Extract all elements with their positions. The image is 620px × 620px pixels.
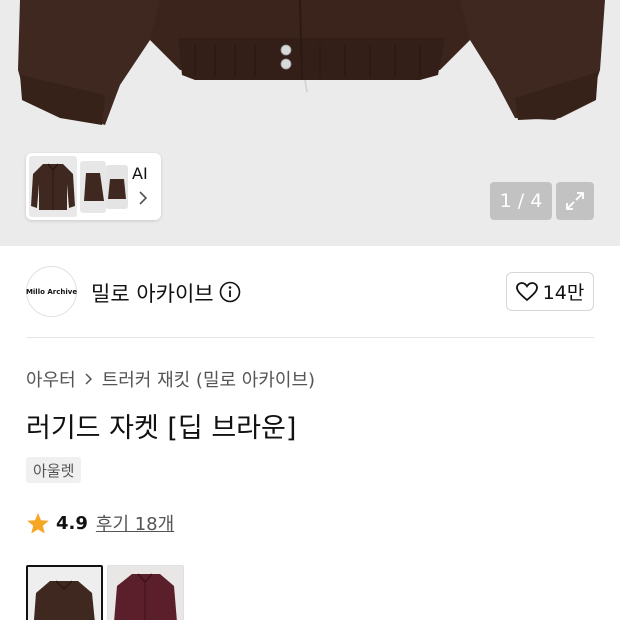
- thumbnail-back[interactable]: [106, 165, 128, 209]
- thumbnail-ai-label[interactable]: AI: [132, 164, 148, 183]
- heart-icon: [515, 281, 538, 301]
- brand-logo[interactable]: Millo Archive: [26, 266, 77, 317]
- chevron-right-icon: [85, 373, 92, 385]
- product-image-gallery[interactable]: AI 1 / 4: [0, 0, 620, 246]
- thumbnail-jacket-back-image: [108, 179, 126, 199]
- outlet-tag: 아울렛: [26, 457, 82, 483]
- swatch-burgundy-jacket-image: [114, 573, 177, 620]
- rating-score: 4.9: [56, 512, 88, 534]
- image-counter: 1 / 4: [490, 182, 552, 220]
- divider: [26, 337, 594, 338]
- color-swatch-burgundy[interactable]: [107, 565, 184, 620]
- expand-button[interactable]: [556, 182, 594, 220]
- star-icon: [27, 512, 49, 533]
- thumbnail-jacket-image: [31, 163, 75, 210]
- chevron-right-icon[interactable]: [136, 189, 150, 207]
- thumbnail-jacket-side-image: [84, 173, 104, 201]
- reviews-link[interactable]: 후기 18개: [96, 510, 174, 536]
- info-icon[interactable]: [219, 281, 241, 303]
- color-swatch-deep-brown[interactable]: [26, 565, 103, 620]
- product-title: 러기드 자켓 [딥 브라운]: [26, 413, 297, 444]
- breadcrumb-item-category[interactable]: 트러커 재킷 (밀로 아카이브): [102, 366, 315, 392]
- breadcrumb-item-outer[interactable]: 아우터: [26, 366, 76, 392]
- thumbnail-strip[interactable]: AI: [26, 153, 161, 220]
- brand-name[interactable]: 밀로 아카이브: [91, 278, 214, 308]
- like-button[interactable]: 14만: [506, 272, 594, 311]
- thumbnail-front[interactable]: [29, 156, 77, 217]
- like-count: 14만: [542, 282, 585, 304]
- swatch-brown-jacket-image: [33, 580, 95, 620]
- breadcrumb: 아우터 트러커 재킷 (밀로 아카이브): [26, 366, 315, 392]
- thumbnail-side[interactable]: [80, 161, 106, 213]
- expand-icon: [566, 192, 584, 210]
- rating-row: 4.9 후기 18개: [26, 510, 174, 536]
